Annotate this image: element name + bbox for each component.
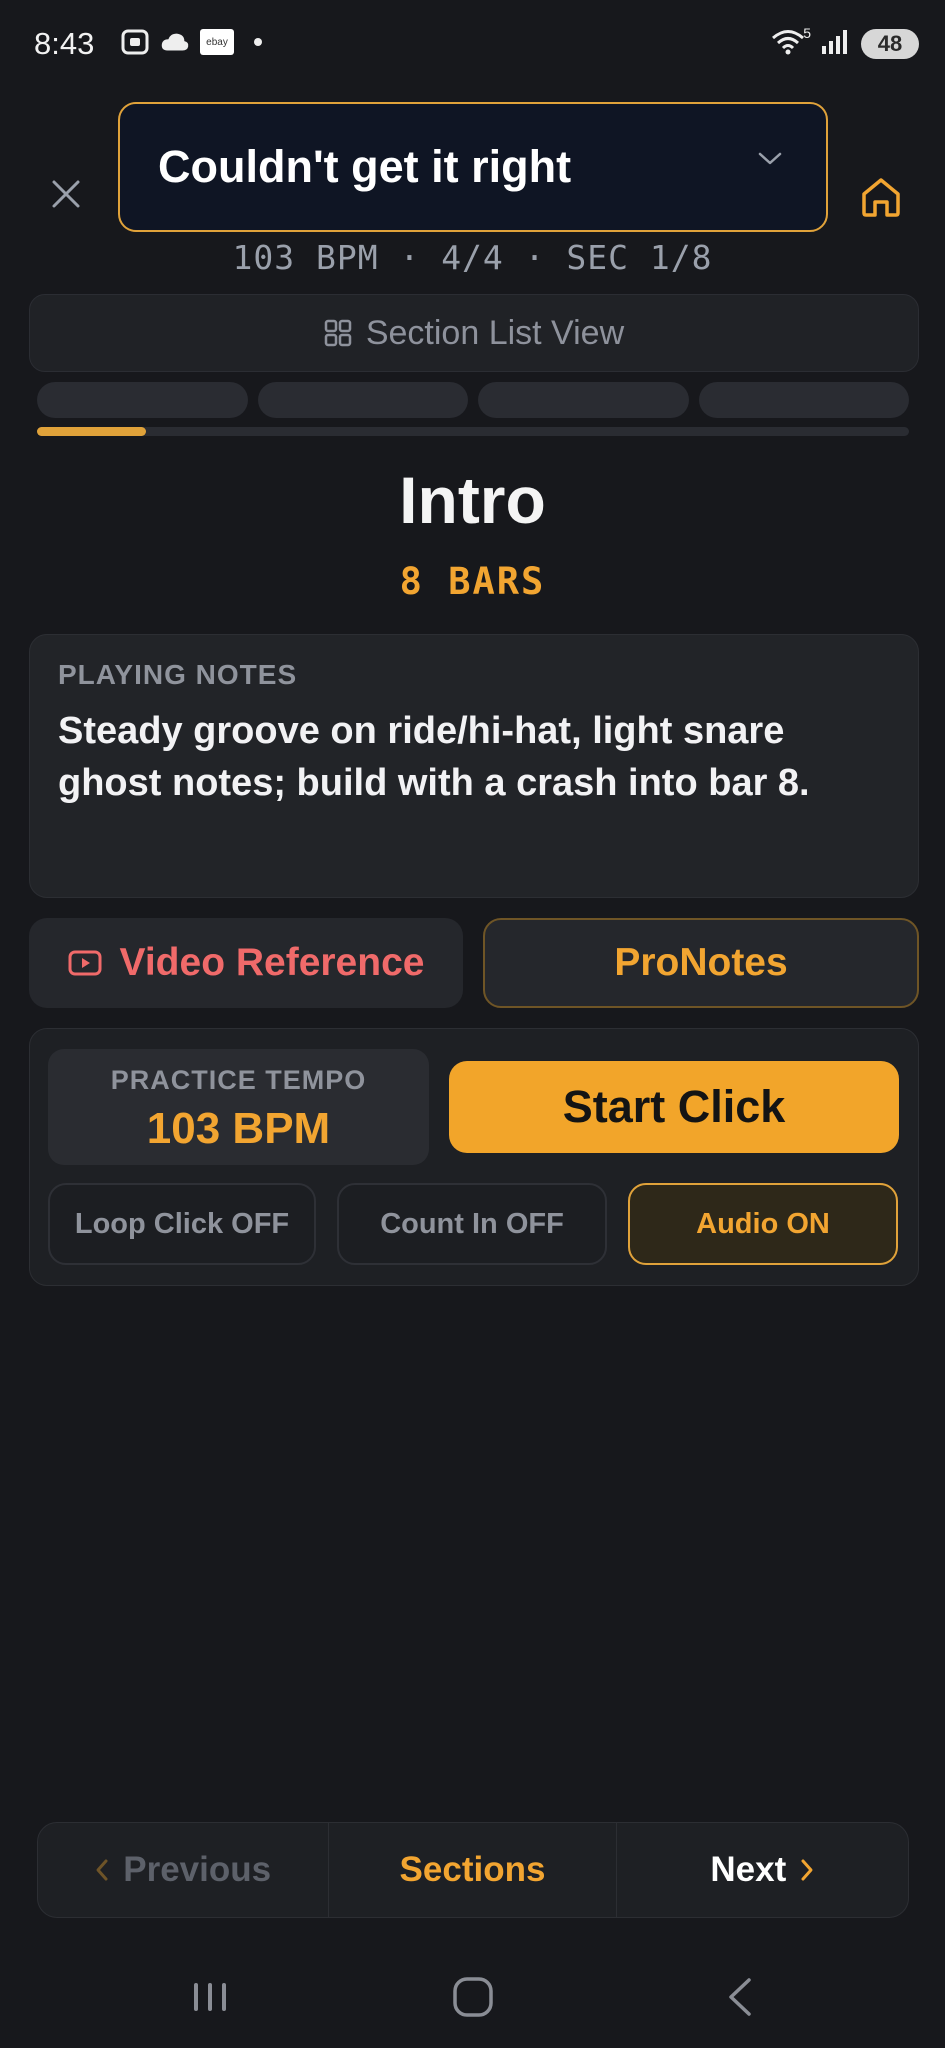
home-square-icon	[453, 1977, 493, 2017]
section-progress-bar	[37, 427, 909, 436]
status-time: 8:43	[34, 26, 95, 61]
home-button[interactable]	[856, 172, 906, 222]
loop-click-label: Loop Click OFF	[74, 1207, 290, 1240]
pronotes-button[interactable]: ProNotes	[483, 918, 919, 1008]
chevron-right-icon	[801, 1859, 813, 1881]
section-tab[interactable]	[37, 382, 248, 418]
section-tabs	[37, 382, 909, 418]
previous-label: Previous	[123, 1850, 272, 1889]
sections-button[interactable]: Sections	[329, 1823, 615, 1917]
pronotes-label: ProNotes	[614, 941, 788, 984]
recent-apps-icon	[194, 1983, 226, 2011]
section-list-view-button[interactable]: Section List View	[29, 294, 919, 372]
wifi-icon: 5	[771, 25, 811, 59]
back-system-button[interactable]	[710, 1972, 770, 2022]
practice-tempo-control[interactable]: PRACTICE TEMPO 103 BPM	[48, 1049, 429, 1165]
count-in-label: Count In OFF	[380, 1207, 564, 1240]
next-button[interactable]: Next	[617, 1823, 908, 1917]
signal-icon	[821, 28, 851, 59]
section-progress-fill	[37, 427, 146, 436]
battery-indicator: 48	[861, 28, 919, 59]
cloud-icon	[160, 28, 190, 56]
grid-icon	[324, 319, 352, 347]
section-list-view-label: Section List View	[365, 313, 625, 352]
home-icon	[862, 178, 900, 217]
playing-notes-body: Steady groove on ride/hi-hat, light snar…	[58, 710, 810, 804]
back-chevron-icon	[729, 1978, 751, 2016]
section-tab[interactable]	[478, 382, 689, 418]
wifi-badge: 5	[803, 24, 811, 41]
video-reference-label: Video Reference	[119, 941, 425, 984]
status-bar: 8:43 ebay 5 48	[0, 0, 945, 90]
bottom-section-nav: Previous Sections Next	[37, 1822, 909, 1918]
playing-notes-heading: PLAYING NOTES	[58, 659, 298, 690]
next-label: Next	[710, 1850, 787, 1889]
practice-panel: PRACTICE TEMPO 103 BPM Start Click Loop …	[29, 1028, 919, 1286]
loop-click-toggle[interactable]: Loop Click OFF	[48, 1183, 316, 1265]
song-meta: 103 BPM · 4/4 · SEC 1/8	[232, 238, 713, 277]
system-navigation-bar	[0, 1950, 945, 2048]
close-button[interactable]	[44, 172, 88, 216]
start-click-button[interactable]: Start Click	[449, 1061, 899, 1153]
start-click-label: Start Click	[562, 1081, 786, 1132]
section-tab[interactable]	[257, 382, 468, 418]
recent-apps-button[interactable]	[180, 1972, 240, 2022]
previous-button[interactable]: Previous	[38, 1823, 328, 1917]
song-title-dropdown[interactable]: Couldn't get it right	[118, 102, 828, 232]
practice-tempo-label: PRACTICE TEMPO	[110, 1065, 367, 1095]
ebay-icon: ebay	[200, 29, 234, 55]
section-tab[interactable]	[698, 382, 909, 418]
play-video-icon	[68, 950, 102, 976]
notification-dot-icon	[254, 38, 262, 46]
playing-notes-card: PLAYING NOTES Steady groove on ride/hi-h…	[29, 634, 919, 898]
status-notification-icons: ebay	[120, 28, 262, 56]
practice-tempo-value: 103 BPM	[146, 1104, 331, 1153]
section-bars: 8 BARS	[399, 560, 546, 603]
status-system-icons: 5 48	[771, 25, 919, 59]
section-name: Intro	[399, 463, 546, 537]
sections-label: Sections	[399, 1850, 546, 1889]
video-reference-button[interactable]: Video Reference	[29, 918, 463, 1008]
count-in-toggle[interactable]: Count In OFF	[337, 1183, 607, 1265]
audio-toggle[interactable]: Audio ON	[628, 1183, 898, 1265]
screenshot-icon	[120, 28, 150, 56]
chevron-down-icon	[758, 152, 782, 165]
close-icon	[52, 180, 80, 208]
chevron-left-icon	[96, 1859, 108, 1881]
song-title: Couldn't get it right	[158, 141, 572, 192]
home-system-button[interactable]	[443, 1972, 503, 2022]
audio-label: Audio ON	[696, 1207, 830, 1240]
